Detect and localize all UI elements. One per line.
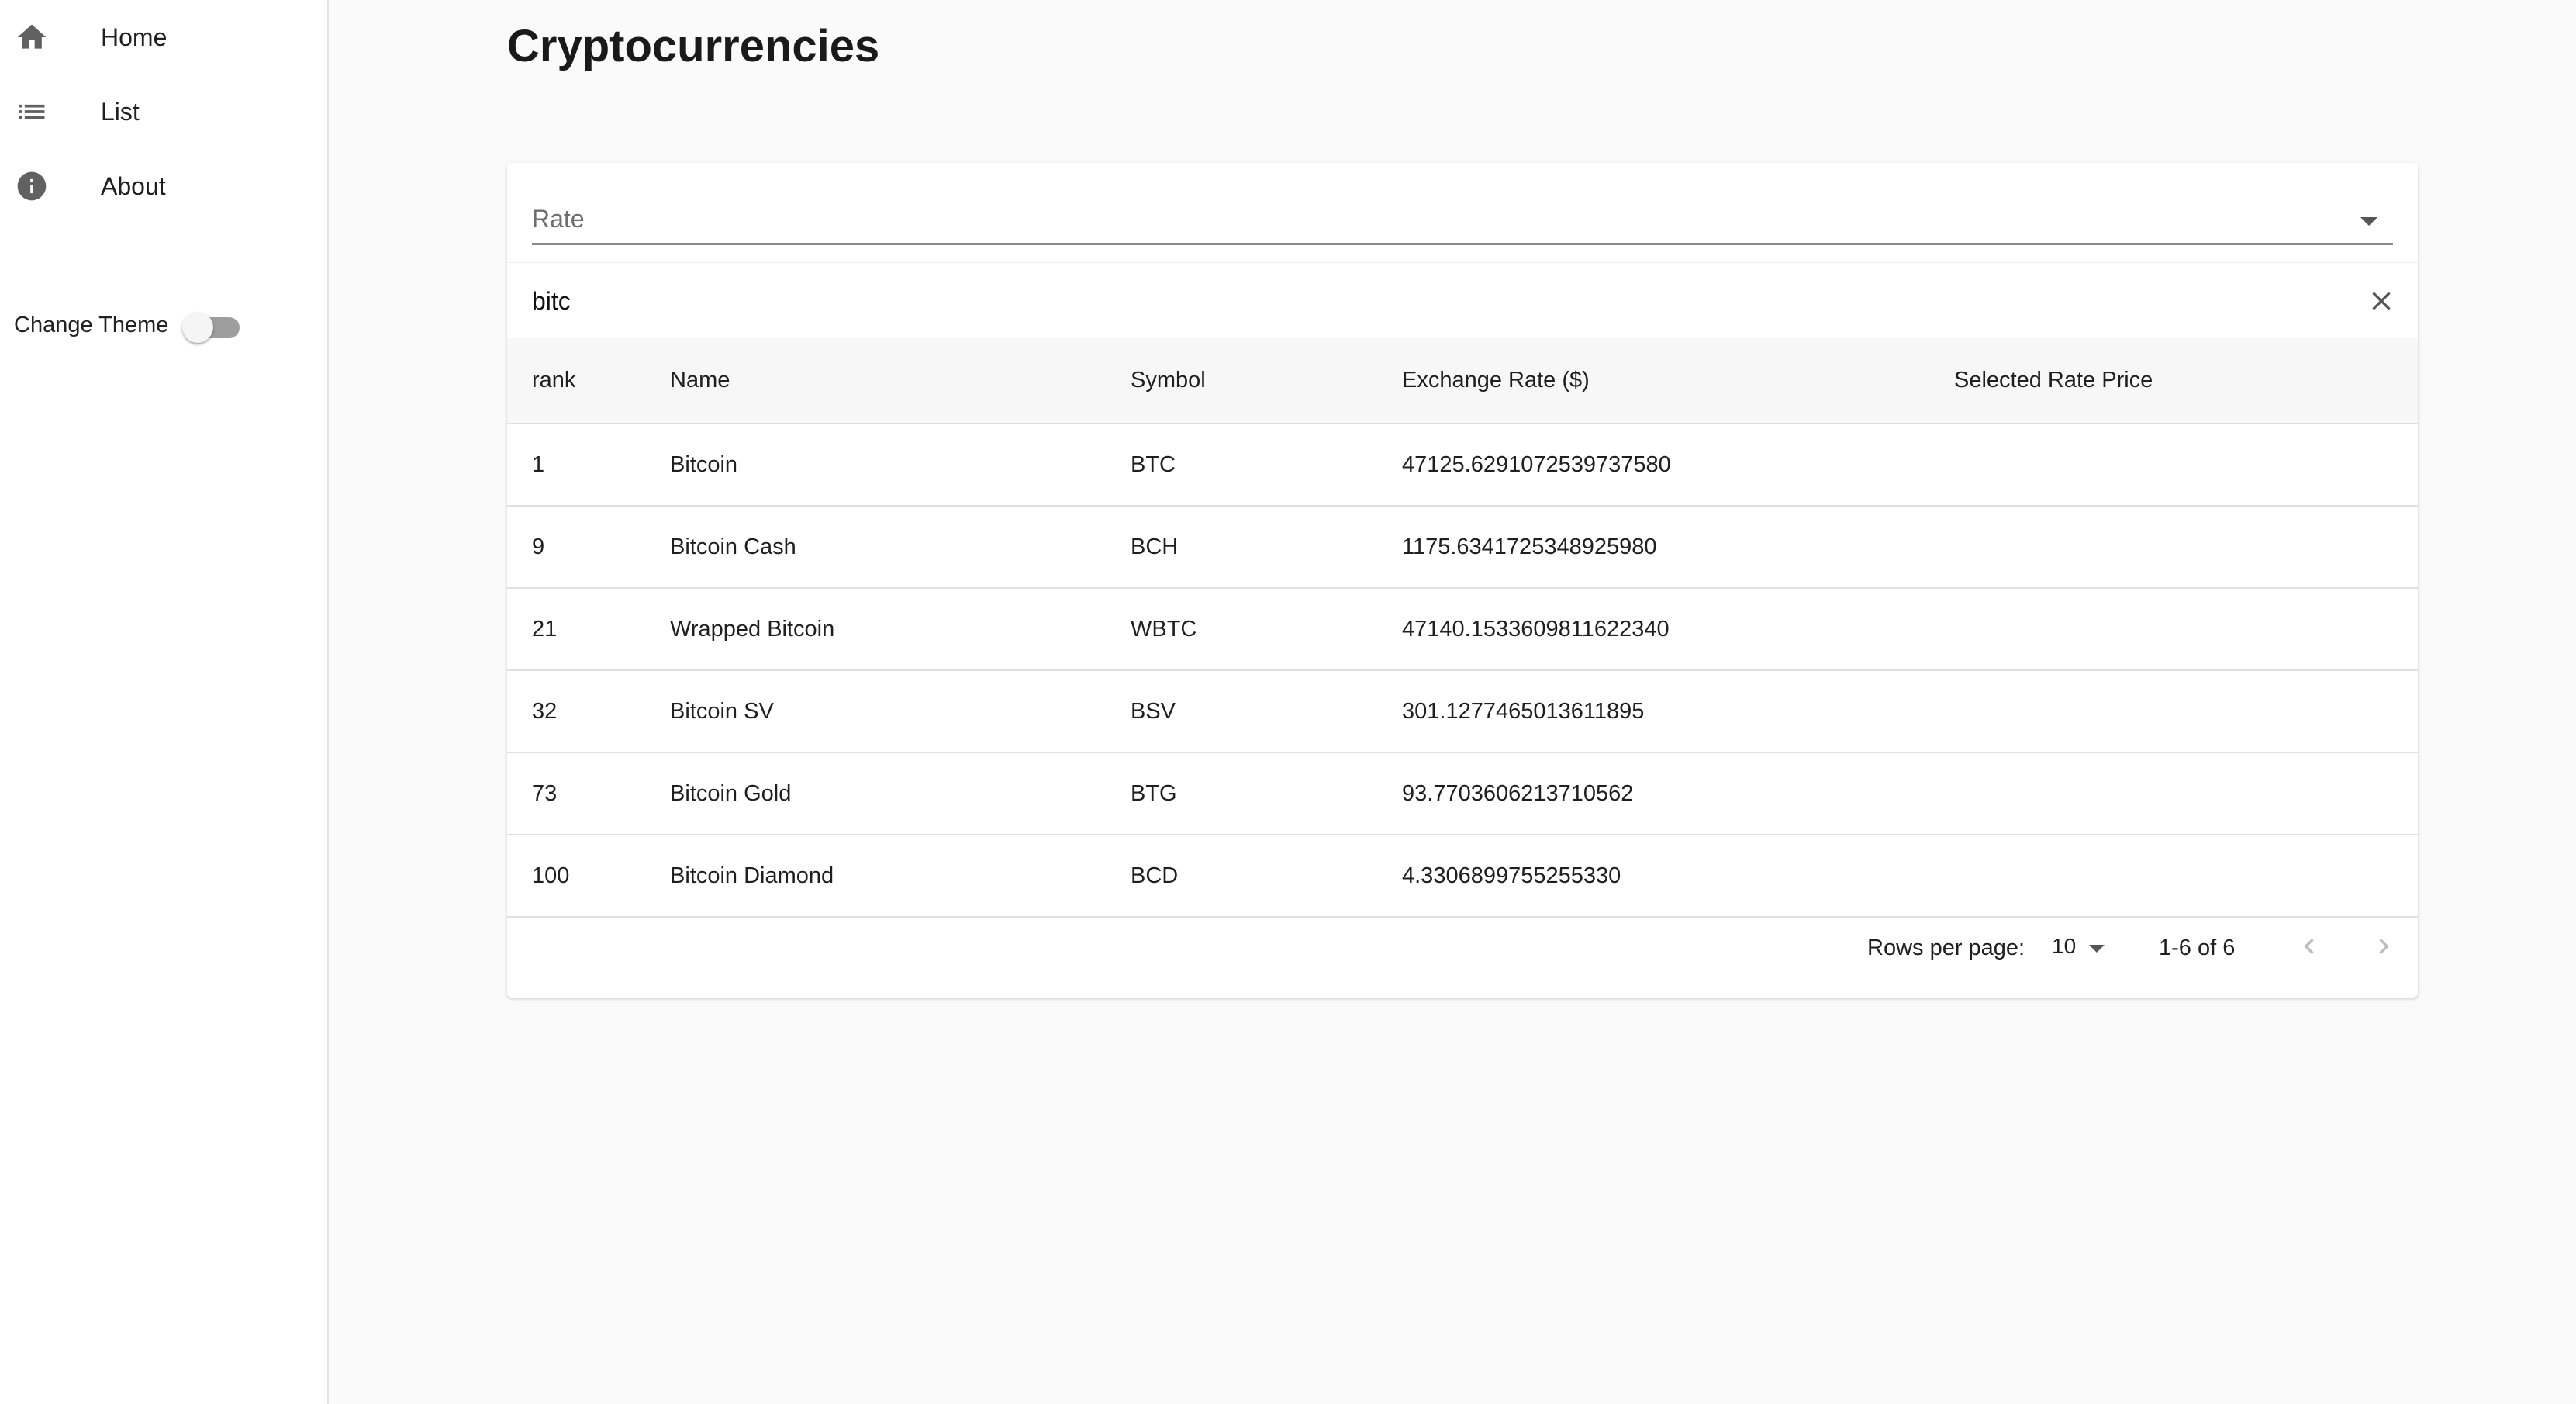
cell-name: Bitcoin SV [670,670,1131,753]
home-icon [14,19,50,55]
list-icon [14,94,50,130]
rows-per-page-label: Rows per page: [1867,935,2025,960]
chevron-left-icon [2304,939,2314,954]
cell-symbol: WBTC [1131,588,1402,671]
table-header-row: rank Name Symbol Exchange Rate ($) Selec… [507,338,2418,424]
cell-exchange-rate: 47125.6291072539737580 [1402,424,1954,507]
switch-thumb [182,312,214,343]
sidebar-item-home[interactable]: Home [0,0,329,74]
cell-exchange-rate: 47140.1533609811622340 [1402,588,1954,671]
rate-select-placeholder: Rate [532,205,585,233]
column-header-exchange-rate[interactable]: Exchange Rate ($) [1402,338,1954,424]
chevron-down-icon [2360,217,2377,226]
cell-symbol: BSV [1131,670,1402,753]
cell-rank: 73 [507,752,670,835]
theme-toggle-label: Change Theme [14,312,169,337]
table-row[interactable]: 21 Wrapped Bitcoin WBTC 47140.1533609811… [507,588,2418,671]
cell-selected-rate-price [1954,588,2418,671]
search-bar [507,262,2418,338]
cell-symbol: BTC [1131,424,1402,507]
rows-per-page-value: 10 [2052,934,2077,958]
cell-selected-rate-price [1954,424,2418,507]
sidebar-item-list[interactable]: List [0,74,329,149]
column-header-selected-rate-price[interactable]: Selected Rate Price [1954,338,2418,424]
column-header-name[interactable]: Name [670,338,1131,424]
cell-selected-rate-price [1954,752,2418,835]
theme-toggle-row: Change Theme [14,304,240,346]
app-root: Home List About Change Theme Cryptocurre… [0,0,2576,1404]
cell-rank: 32 [507,670,670,753]
cell-rank: 1 [507,424,670,507]
search-input[interactable] [532,278,2315,323]
chevron-right-icon [2379,939,2389,954]
cell-rank: 100 [507,835,670,918]
pagination-range: 1-6 of 6 [2159,935,2236,960]
cell-name: Wrapped Bitcoin [670,588,1131,671]
chevron-down-icon [2089,945,2105,953]
table-row[interactable]: 32 Bitcoin SV BSV 301.1277465013611895 [507,670,2418,753]
cell-exchange-rate: 4.3306899755255330 [1402,835,1954,918]
column-header-rank[interactable]: rank [507,338,670,424]
close-icon[interactable] [2362,282,2401,320]
crypto-table: rank Name Symbol Exchange Rate ($) Selec… [507,338,2418,918]
cell-selected-rate-price [1954,835,2418,918]
table-row[interactable]: 9 Bitcoin Cash BCH 1175.6341725348925980 [507,506,2418,589]
table-row[interactable]: 100 Bitcoin Diamond BCD 4.33068997552553… [507,835,2418,918]
table-row[interactable]: 73 Bitcoin Gold BTG 93.7703606213710562 [507,752,2418,835]
cell-symbol: BTG [1131,752,1402,835]
sidebar-item-label: About [101,171,166,200]
page-title: Cryptocurrencies [507,21,880,71]
cell-name: Bitcoin [670,424,1131,507]
cell-name: Bitcoin Cash [670,506,1131,589]
cell-selected-rate-price [1954,670,2418,753]
sidebar-item-label: Home [101,22,167,51]
cell-symbol: BCH [1131,506,1402,589]
cell-name: Bitcoin Diamond [670,835,1131,918]
previous-page-button[interactable] [2291,928,2328,965]
table-pagination: Rows per page: 10 1-6 of 6 [507,906,2418,990]
crypto-table-card: Rate rank Name Symbol Exchange Rate ($) … [507,163,2418,998]
cell-symbol: BCD [1131,835,1402,918]
rate-select[interactable]: Rate [532,191,2393,245]
column-header-symbol[interactable]: Symbol [1131,338,1402,424]
cell-name: Bitcoin Gold [670,752,1131,835]
cell-rank: 9 [507,506,670,589]
cell-exchange-rate: 301.1277465013611895 [1402,670,1954,753]
theme-toggle-switch[interactable] [182,304,240,346]
sidebar-item-label: List [101,97,140,126]
info-icon [14,168,50,204]
sidebar: Home List About Change Theme [0,0,329,1404]
rows-per-page-select[interactable]: 10 [2046,931,2108,962]
table-row[interactable]: 1 Bitcoin BTC 47125.6291072539737580 [507,424,2418,507]
cell-rank: 21 [507,588,670,671]
cell-selected-rate-price [1954,506,2418,589]
cell-exchange-rate: 93.7703606213710562 [1402,752,1954,835]
cell-exchange-rate: 1175.6341725348925980 [1402,506,1954,589]
sidebar-item-about[interactable]: About [0,149,329,223]
next-page-button[interactable] [2365,928,2402,965]
